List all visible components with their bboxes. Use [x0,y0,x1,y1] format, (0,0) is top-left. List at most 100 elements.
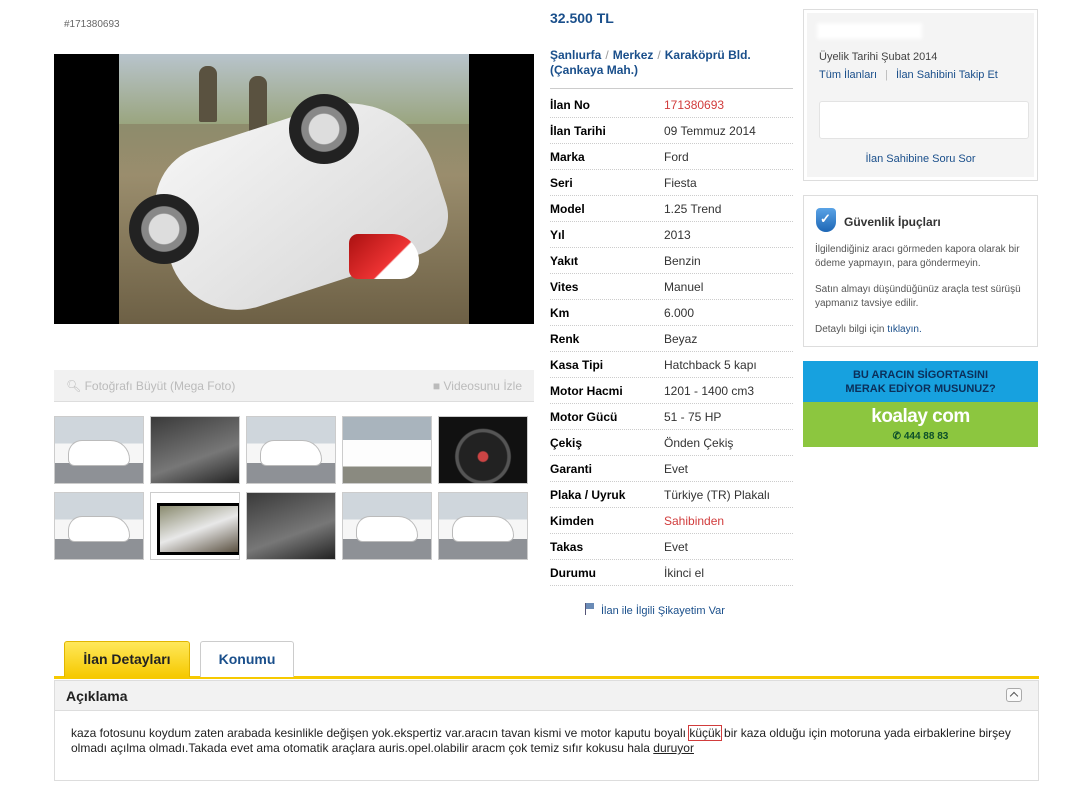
tab-listing-details[interactable]: İlan Detayları [64,641,190,677]
spec-label: Çekiş [550,435,583,450]
tab-location[interactable]: Konumu [200,641,294,677]
spec-value: Evet [664,461,689,476]
description-panel: Açıklama kaza fotosunu koydum zaten arab… [54,680,1039,781]
safety-tip: Satın almayı düşündüğünüz araçla test sü… [815,284,1021,309]
spec-row: Renk Beyaz [550,326,793,352]
spec-row: Çekiş Önden Çekiş [550,430,793,456]
spec-label: Renk [550,331,580,346]
thumbnail[interactable] [150,492,240,560]
flag-icon [585,603,595,615]
phone-redacted [819,101,1029,139]
shield-icon [816,208,836,232]
magnifier-icon: 🔍︎ [66,379,82,393]
insurance-ad-banner[interactable]: BU ARACIN SİGORTASINI MERAK EDİYOR MUSUN… [803,361,1038,447]
description-title: Açıklama [66,688,128,704]
details-link[interactable]: tıklayın. [887,324,921,335]
location-breadcrumb: Şanlıurfa / Merkez / Karaköprü Bld. (Çankaya… [550,48,751,77]
spec-row: Kimden Sahibinden [550,508,793,534]
ad-line-1: BU ARACIN SİGORTASINI [852,369,989,381]
thumbnail[interactable] [438,416,528,484]
enlarge-photo-label: Fotoğrafı Büyüt (Mega Foto) [84,379,236,393]
description-text: kaza fotosunu koydum zaten arabada kesin… [71,725,1021,756]
listing-id: #171380693 [64,19,120,30]
thumbnail[interactable] [342,492,432,560]
spec-label: Model [550,201,585,216]
spec-row: Seri Fiesta [550,170,793,196]
spec-row: Km 6.000 [550,300,793,326]
spec-label: Garanti [550,461,593,476]
spec-value: Sahibinden [664,513,725,528]
location-city-link[interactable]: Şanlıurfa [550,48,601,62]
spec-value: İkinci el [664,565,705,580]
spec-label: Yıl [550,227,565,242]
thumbnail[interactable] [438,492,528,560]
collapse-button[interactable] [1006,688,1022,702]
safety-tip: İlgilendiğiniz aracı görmeden kapora ola… [815,244,1020,269]
follow-seller-link[interactable]: İlan Sahibini Takip Et [896,69,998,81]
overturned-car-image [119,54,469,324]
spec-label: Takas [550,539,584,554]
safety-tip: Detaylı bilgi için tıklayın. [815,323,1030,337]
spec-label: Motor Gücü [550,409,618,424]
spec-value: Fiesta [664,175,697,190]
spec-value: Beyaz [664,331,698,346]
spec-row: Motor Gücü 51 - 75 HP [550,404,793,430]
spec-label: Kasa Tipi [550,357,604,372]
spec-value: Evet [664,539,689,554]
thumbnail[interactable] [54,416,144,484]
spec-row: İlan No 171380693 [550,92,793,118]
thumbnail[interactable] [54,492,144,560]
spec-row: Model 1.25 Trend [550,196,793,222]
spec-value: 6.000 [664,305,695,320]
spec-value: Manuel [664,279,704,294]
watch-video-label: Videosunu İzle [443,379,522,393]
all-listings-link[interactable]: Tüm İlanları [819,69,877,81]
location-district-link[interactable]: Merkez [613,48,654,62]
complaint-link[interactable]: İlan ile İlgili Şikayetim Var [585,603,725,617]
spec-row: Vites Manuel [550,274,793,300]
spec-label: Yakıt [550,253,579,268]
spec-label: Durumu [550,565,596,580]
spec-row: Durumu İkinci el [550,560,793,586]
spec-label: İlan Tarihi [550,123,606,138]
spec-value: 1.25 Trend [664,201,722,216]
main-photo[interactable] [54,54,534,324]
spec-row: Yıl 2013 [550,222,793,248]
description-part: kaza fotosunu koydum zaten arabada kesin… [71,726,690,740]
video-camera-icon: ■ [432,379,441,393]
spec-value: Ford [664,149,689,164]
divider [550,88,793,89]
spec-row: Garanti Evet [550,456,793,482]
ask-seller-link[interactable]: İlan Sahibine Soru Sor [807,153,1034,165]
safety-detail-text: Detaylı bilgi için [815,324,888,335]
spec-label: Seri [550,175,573,190]
ad-line-2: MERAK EDİYOR MUSUNUZ? [845,383,996,395]
spec-row: Takas Evet [550,534,793,560]
thumbnail[interactable] [246,492,336,560]
tab-bar: İlan Detayları Konumu [54,641,1039,679]
spec-label: Plaka / Uyruk [550,487,626,502]
thumbnail[interactable] [150,416,240,484]
ad-brand-logo: koalay com [871,406,970,427]
spec-value: 171380693 [664,97,725,112]
spec-table: İlan No 171380693 İlan Tarihi 09 Temmuz 201… [550,92,793,586]
watch-video-button[interactable]: ■ Videosunu İzle [433,379,522,393]
thumbnail[interactable] [342,416,432,484]
thumbnail[interactable] [246,416,336,484]
spec-value: Benzin [664,253,701,268]
seller-name-redacted [817,23,922,39]
enlarge-photo-button[interactable]: 🔍︎ Fotoğrafı Büyüt (Mega Foto) [66,379,235,393]
spec-value: 1201 - 1400 cm3 [664,383,755,398]
spec-label: Vites [550,279,579,294]
complaint-label: İlan ile İlgili Şikayetim Var [601,605,725,617]
spec-value: 2013 [664,227,691,242]
spec-value: Türkiye (TR) Plakalı [664,487,771,502]
spec-value: 09 Temmuz 2014 [664,123,756,138]
spec-label: Marka [550,149,585,164]
member-since: Üyelik Tarihi Şubat 2014 [819,51,938,63]
spec-label: İlan No [550,97,591,112]
spec-label: Motor Hacmi [550,383,623,398]
spec-value: Önden Çekiş [664,435,734,450]
spec-row: Plaka / Uyruk Türkiye (TR) Plakalı [550,482,793,508]
seller-box: Üyelik Tarihi Şubat 2014 Tüm İlanları | İl… [803,9,1038,181]
